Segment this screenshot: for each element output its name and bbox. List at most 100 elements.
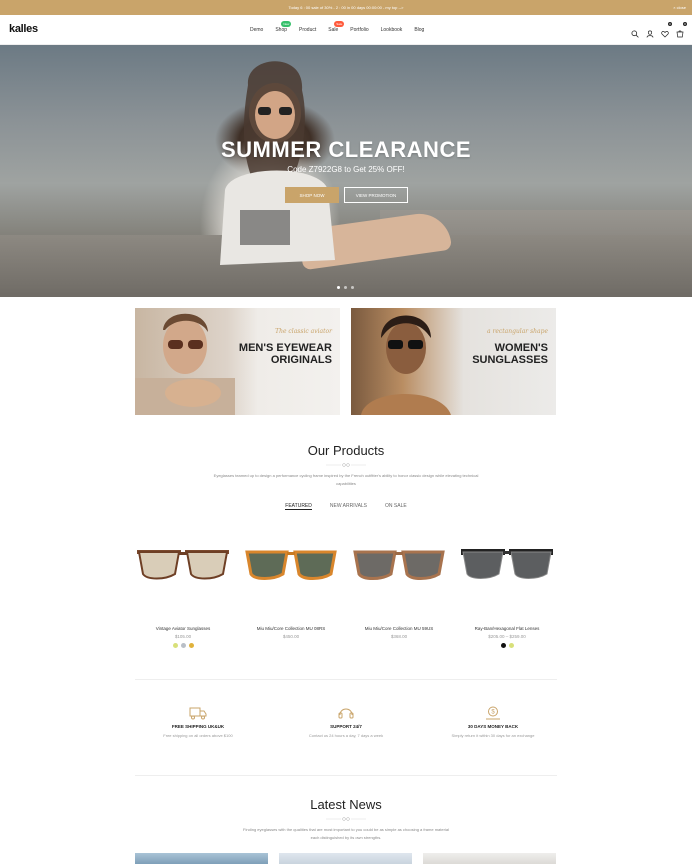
color-swatches (133, 643, 233, 648)
glasses-divider-icon (326, 817, 366, 821)
color-swatch[interactable] (188, 643, 194, 648)
news-section-title: Latest News (310, 797, 382, 812)
banner-women-title: WOMEN'S SUNGLASSES (472, 342, 548, 366)
banner-men-tagline: The classic aviator (275, 328, 332, 335)
news-thumbnail[interactable] (279, 853, 412, 864)
nav-label: Blog (414, 27, 425, 33)
product-name[interactable]: Miu Miu/Core Collection MU 59US (349, 626, 449, 631)
cart-icon[interactable]: 0 (676, 22, 687, 38)
slider-dot[interactable] (351, 286, 354, 289)
cart-count: 0 (683, 22, 687, 26)
truck-icon (189, 707, 207, 720)
news-thumbnail[interactable] (423, 853, 556, 864)
product-card[interactable]: Ray-Ban/Hexagonal Flat Lenses $205.00 – … (457, 540, 557, 648)
announcement-close-button[interactable]: × close (673, 5, 686, 10)
search-icon[interactable] (631, 25, 639, 38)
news-section-description: Finding eyeglasses with the qualities th… (205, 826, 487, 842)
product-name[interactable]: Miu Miu/Core Collection MU 08RS (241, 626, 341, 631)
announcement-text: Today 6 : 00 sale of 30% - 2 : 00 in 00 … (288, 5, 404, 10)
wishlist-icon[interactable]: 0 (661, 22, 672, 38)
user-icon[interactable] (646, 25, 654, 38)
section-divider (135, 775, 557, 776)
banner-men-title: MEN'S EYEWEAR ORIGINALS (239, 342, 332, 366)
banner-men-title-line: ORIGINALS (270, 354, 332, 366)
hero-buttons: SHOP NOW VIEW PROMOTION (285, 187, 408, 203)
banner-women-title-line: SUNGLASSES (472, 354, 548, 366)
nav-item-sale[interactable]: Sale Sale (328, 21, 345, 33)
products-section-title: Our Products (307, 443, 385, 458)
svg-text:$: $ (491, 710, 495, 716)
product-image (245, 550, 337, 580)
nav-label: Demo (250, 27, 264, 33)
product-tabs: FEATURED NEW ARRIVALS ON SALE (0, 503, 692, 510)
feature-title: FREE SHIPPING UK&UK (171, 724, 225, 729)
nav-label: Portfolio (350, 27, 369, 33)
banner-women-title-line: WOMEN'S (494, 342, 548, 354)
feature-title: 30 DAYS MONEY BACK (467, 724, 519, 729)
banner-women-image (361, 315, 451, 415)
product-card[interactable]: Vintage Aviator Sunglasses $105.00 (133, 540, 233, 648)
nav-item-lookbook[interactable]: Lookbook (381, 27, 403, 33)
money-back-icon: $ (486, 706, 500, 720)
product-image (461, 549, 553, 579)
color-swatch[interactable] (172, 643, 178, 648)
hero-slider: SUMMER CLEARANCE Code Z7922G8 to Get 25%… (0, 45, 692, 297)
header-actions: 0 0 (631, 22, 687, 38)
feature-description: Free shipping on all orders above $100 (163, 733, 233, 738)
announcement-bar: Today 6 : 00 sale of 30% - 2 : 00 in 00 … (0, 0, 692, 15)
nav-item-product[interactable]: Product (299, 27, 316, 33)
nav-item-shop[interactable]: Shop New (275, 21, 292, 33)
banner-women-sunglasses[interactable]: a rectangular shape WOMEN'S SUNGLASSES (351, 308, 556, 415)
headset-icon (338, 708, 354, 719)
feature-money-back: $ 30 DAYS MONEY BACK Simply return it wi… (428, 706, 558, 738)
tab-new-arrivals[interactable]: NEW ARRIVALS (330, 503, 367, 510)
product-card[interactable]: Miu Miu/Core Collection MU 59US $368.00 (349, 540, 449, 639)
slider-dots (337, 286, 354, 289)
tab-on-sale[interactable]: ON SALE (385, 503, 407, 510)
nav-item-demo[interactable]: Demo (250, 27, 263, 33)
nav-label: Sale (328, 27, 339, 33)
color-swatch[interactable] (500, 643, 506, 648)
news-thumbnail[interactable] (135, 853, 268, 864)
view-promotion-button[interactable]: VIEW PROMOTION (344, 187, 408, 203)
nav-item-blog[interactable]: Blog (414, 27, 424, 33)
news-description-line: each distinguished by its own strengths. (310, 835, 382, 840)
color-swatch[interactable] (508, 643, 514, 648)
slider-dot[interactable] (337, 286, 340, 289)
product-price: $450.00 (282, 634, 300, 639)
color-swatch[interactable] (180, 643, 186, 648)
product-name[interactable]: Vintage Aviator Sunglasses (133, 626, 233, 631)
tab-featured[interactable]: FEATURED (285, 503, 312, 510)
feature-free-shipping: FREE SHIPPING UK&UK Free shipping on all… (133, 706, 263, 738)
slider-dot[interactable] (344, 286, 347, 289)
logo[interactable]: kalles (9, 23, 38, 35)
product-image (353, 550, 445, 580)
news-description-line: Finding eyeglasses with the qualities th… (243, 827, 449, 832)
feature-description: Simply return it within 30 days for an e… (451, 733, 535, 738)
nav-item-portfolio[interactable]: Portfolio (350, 27, 368, 33)
color-swatches (457, 643, 557, 648)
glasses-divider-icon (326, 463, 366, 467)
section-divider (135, 679, 557, 680)
nav-label: Lookbook (380, 27, 403, 33)
site-header: kalles Demo Shop New Product Sale Sale P… (0, 15, 692, 45)
feature-title: SUPPORT 24/7 (330, 724, 362, 729)
shop-now-button[interactable]: SHOP NOW (285, 187, 339, 203)
wishlist-count: 0 (668, 22, 672, 26)
banner-men-title-line: MEN'S EYEWEAR (238, 342, 332, 354)
new-badge: New (281, 21, 292, 27)
banner-men-eyewear[interactable]: The classic aviator MEN'S EYEWEAR ORIGIN… (135, 308, 340, 415)
nav-label: Shop (275, 27, 288, 33)
product-price: $205.00 – $259.00 (488, 634, 526, 639)
product-image (137, 550, 229, 580)
products-section-description: Eyeglasses teamed up to design a perform… (213, 473, 479, 486)
product-price: $105.00 (174, 634, 192, 639)
banner-women-tagline: a rectangular shape (486, 328, 548, 335)
product-price: $368.00 (390, 634, 408, 639)
product-card[interactable]: Miu Miu/Core Collection MU 08RS $450.00 (241, 540, 341, 639)
banner-men-image (135, 313, 235, 415)
product-name[interactable]: Ray-Ban/Hexagonal Flat Lenses (457, 626, 557, 631)
hero-title: SUMMER CLEARANCE (221, 137, 471, 162)
nav-label: Product (299, 27, 317, 33)
feature-support: SUPPORT 24/7 Contact us 24 hours a day, … (281, 706, 411, 738)
